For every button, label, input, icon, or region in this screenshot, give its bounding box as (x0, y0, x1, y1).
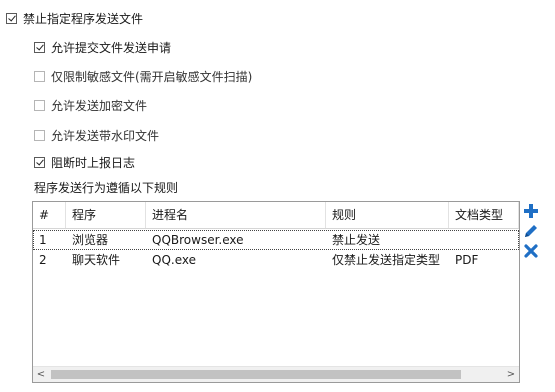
checkbox-block-program-send[interactable] (6, 12, 17, 24)
checkbox-allow-send-request[interactable] (34, 41, 45, 53)
checkbox-report-log[interactable] (34, 156, 45, 168)
column-header-process-name[interactable]: 进程名 (146, 202, 326, 228)
checkbox-sensitive-only[interactable] (34, 70, 45, 82)
table-header: # 程序 进程名 规则 文档类型 (33, 202, 519, 229)
cell-index: 2 (39, 253, 47, 267)
rules-table[interactable]: # 程序 进程名 规则 文档类型 1 浏览器 QQBrowser.exe 禁止发… (32, 201, 520, 383)
cell-process-name: QQ.exe (152, 253, 196, 267)
cell-rule: 禁止发送 (332, 233, 381, 247)
scroll-left-arrow[interactable]: < (33, 367, 49, 382)
cell-rule: 仅禁止发送指定类型 (332, 253, 441, 267)
rules-caption: 程序发送行为遵循以下规则 (34, 180, 179, 195)
column-header-index[interactable]: # (33, 202, 66, 228)
table-row[interactable]: 2 聊天软件 QQ.exe 仅禁止发送指定类型 PDF (33, 250, 519, 270)
scroll-right-arrow[interactable]: > (503, 367, 519, 382)
option-block-program-send[interactable]: 禁止指定程序发送文件 (6, 9, 143, 27)
option-label: 禁止指定程序发送文件 (23, 11, 144, 26)
column-header-rule[interactable]: 规则 (326, 202, 449, 228)
option-label: 阻断时上报日志 (51, 155, 136, 170)
table-row[interactable]: 1 浏览器 QQBrowser.exe 禁止发送 (33, 230, 519, 250)
option-label: 允许发送带水印文件 (51, 128, 160, 143)
option-report-log[interactable]: 阻断时上报日志 (34, 153, 135, 171)
option-allow-send-request[interactable]: 允许提交文件发送申请 (34, 38, 171, 56)
scroll-thumb[interactable] (51, 370, 461, 379)
cell-doc-type: PDF (455, 253, 479, 267)
plus-icon[interactable] (522, 202, 540, 220)
option-allow-watermark[interactable]: 允许发送带水印文件 (34, 126, 159, 144)
option-sensitive-only[interactable]: 仅限制敏感文件(需开启敏感文件扫描) (34, 67, 252, 85)
cell-index: 1 (39, 233, 47, 247)
cell-program: 聊天软件 (72, 253, 121, 267)
column-header-program[interactable]: 程序 (66, 202, 146, 228)
option-label: 仅限制敏感文件(需开启敏感文件扫描) (51, 69, 253, 84)
checkbox-allow-watermark[interactable] (34, 129, 45, 141)
cell-doc-type (449, 230, 519, 250)
column-header-doc-type[interactable]: 文档类型 (449, 202, 519, 228)
pencil-icon[interactable] (522, 222, 540, 240)
checkbox-allow-encrypted[interactable] (34, 99, 45, 111)
option-label: 允许提交文件发送申请 (51, 40, 172, 55)
option-label: 允许发送加密文件 (51, 98, 148, 113)
option-allow-encrypted[interactable]: 允许发送加密文件 (34, 96, 147, 114)
rules-toolbar (522, 202, 540, 262)
cell-process-name: QQBrowser.exe (152, 233, 244, 247)
delete-x-icon[interactable] (522, 242, 540, 260)
horizontal-scrollbar[interactable]: < > (33, 366, 519, 382)
cell-program: 浏览器 (72, 233, 109, 247)
